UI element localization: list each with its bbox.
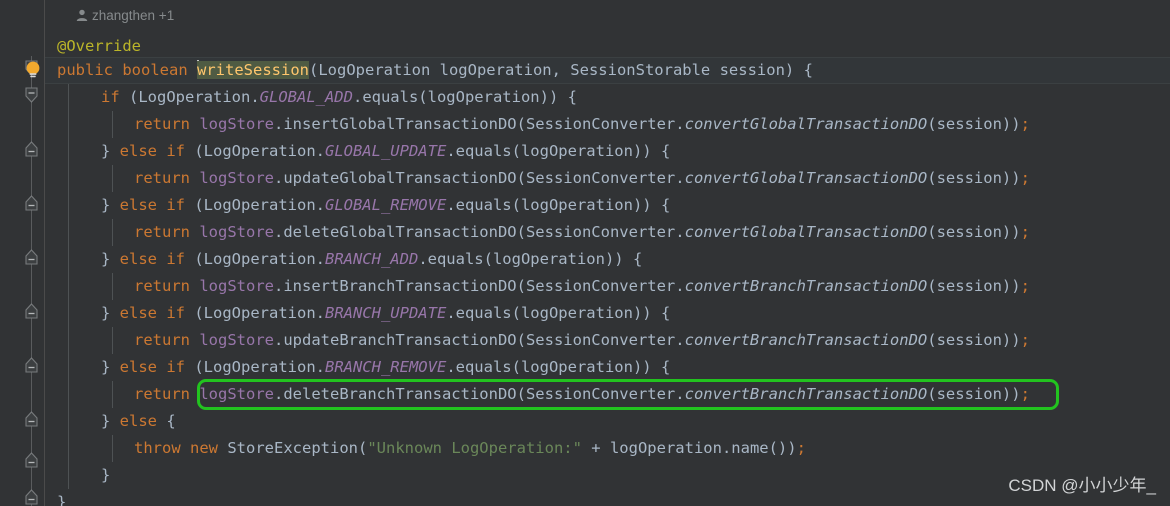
code-folding-rail [31, 56, 32, 506]
code-line[interactable]: return logStore.updateGlobalTransactionD… [134, 165, 1030, 192]
code-line[interactable]: return logStore.deleteGlobalTransactionD… [134, 219, 1030, 246]
code-line[interactable]: } else if (LogOperation.GLOBAL_REMOVE.eq… [101, 192, 670, 219]
code-editor-screenshot: @Override public boolean writeSession(Lo… [0, 0, 1170, 506]
indent-guide [112, 381, 113, 408]
code-line[interactable]: } else if (LogOperation.BRANCH_UPDATE.eq… [101, 300, 670, 327]
code-line[interactable]: return logStore.insertBranchTransactionD… [134, 273, 1030, 300]
indent-guide [112, 435, 113, 462]
indent-guide [112, 327, 113, 354]
code-line[interactable]: } [101, 462, 110, 489]
code-line[interactable]: } else if (LogOperation.GLOBAL_UPDATE.eq… [101, 138, 670, 165]
watermark: CSDN @小小少年_ [1008, 476, 1156, 495]
code-line[interactable]: } [57, 489, 66, 506]
code-line[interactable]: return logStore.insertGlobalTransactionD… [134, 111, 1030, 138]
fold-collapse-up-icon[interactable] [23, 141, 40, 158]
person-icon [76, 9, 88, 27]
fold-collapse-down-icon[interactable] [23, 87, 40, 104]
indent-guide [112, 165, 113, 192]
fold-collapse-up-icon[interactable] [23, 452, 40, 469]
code-line[interactable]: return logStore.updateBranchTransactionD… [134, 327, 1030, 354]
selected-method-name[interactable]: writeSession [197, 61, 309, 79]
fold-collapse-up-icon[interactable] [23, 489, 40, 506]
code-line[interactable]: } else if (LogOperation.BRANCH_REMOVE.eq… [101, 354, 670, 381]
fold-collapse-up-icon[interactable] [23, 357, 40, 374]
code-line[interactable]: } else if (LogOperation.BRANCH_ADD.equal… [101, 246, 642, 273]
code-line[interactable]: return logStore.deleteBranchTransactionD… [134, 381, 1030, 408]
annotation-token: @Override [57, 37, 141, 55]
code-line[interactable]: throw new StoreException("Unknown LogOpe… [134, 435, 806, 462]
fold-collapse-up-icon[interactable] [23, 411, 40, 428]
gutter-separator [44, 0, 45, 506]
indent-guide [112, 111, 113, 138]
fold-collapse-up-icon[interactable] [23, 303, 40, 320]
fold-collapse-up-icon[interactable] [23, 195, 40, 212]
code-line[interactable]: public boolean writeSession(LogOperation… [57, 57, 813, 84]
indent-guide [68, 84, 69, 489]
lightbulb-icon[interactable] [24, 60, 42, 80]
code-line[interactable]: if (LogOperation.GLOBAL_ADD.equals(logOp… [101, 84, 577, 111]
fold-collapse-up-icon[interactable] [23, 249, 40, 266]
code-line[interactable]: } else { [101, 408, 176, 435]
vcs-author-label: zhangthen +1 [92, 8, 175, 23]
indent-guide [112, 273, 113, 300]
code-line[interactable]: @Override [57, 33, 141, 60]
vcs-author-annotation[interactable]: zhangthen +1 [76, 7, 174, 25]
indent-guide [112, 219, 113, 246]
